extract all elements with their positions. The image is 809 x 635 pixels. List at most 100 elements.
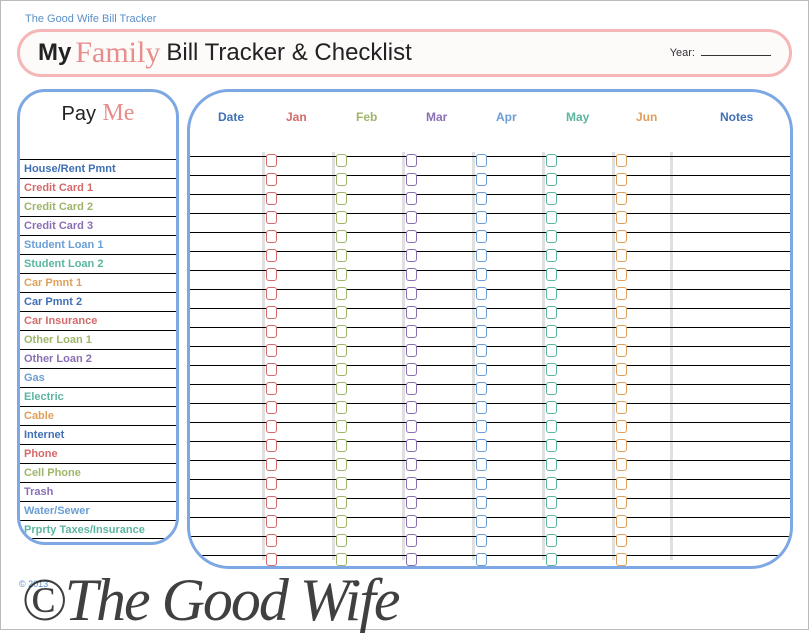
- checkbox[interactable]: [406, 344, 417, 357]
- checkbox[interactable]: [546, 534, 557, 547]
- checkbox[interactable]: [476, 249, 487, 262]
- checkbox[interactable]: [546, 496, 557, 509]
- checkbox[interactable]: [406, 477, 417, 490]
- tracker-row[interactable]: [190, 156, 790, 175]
- tracker-row[interactable]: [190, 213, 790, 232]
- checkbox[interactable]: [546, 382, 557, 395]
- checkbox[interactable]: [476, 173, 487, 186]
- checkbox[interactable]: [616, 154, 627, 167]
- checkbox[interactable]: [266, 439, 277, 452]
- checkbox[interactable]: [546, 173, 557, 186]
- checkbox[interactable]: [336, 534, 347, 547]
- checkbox[interactable]: [476, 192, 487, 205]
- checkbox[interactable]: [266, 382, 277, 395]
- checkbox[interactable]: [616, 515, 627, 528]
- checkbox[interactable]: [406, 420, 417, 433]
- checkbox[interactable]: [336, 382, 347, 395]
- checkbox[interactable]: [546, 268, 557, 281]
- checkbox[interactable]: [266, 344, 277, 357]
- checkbox[interactable]: [336, 230, 347, 243]
- tracker-row[interactable]: [190, 517, 790, 536]
- checkbox[interactable]: [616, 325, 627, 338]
- checkbox[interactable]: [546, 420, 557, 433]
- checkbox[interactable]: [266, 287, 277, 300]
- checkbox[interactable]: [406, 496, 417, 509]
- checkbox[interactable]: [406, 211, 417, 224]
- tracker-row[interactable]: [190, 384, 790, 403]
- tracker-row[interactable]: [190, 175, 790, 194]
- checkbox[interactable]: [336, 192, 347, 205]
- checkbox[interactable]: [266, 306, 277, 319]
- checkbox[interactable]: [476, 515, 487, 528]
- checkbox[interactable]: [406, 154, 417, 167]
- tracker-row[interactable]: [190, 536, 790, 555]
- checkbox[interactable]: [546, 458, 557, 471]
- checkbox[interactable]: [266, 401, 277, 414]
- tracker-row[interactable]: [190, 232, 790, 251]
- checkbox[interactable]: [336, 458, 347, 471]
- tracker-row[interactable]: [190, 308, 790, 327]
- checkbox[interactable]: [266, 553, 277, 566]
- tracker-row[interactable]: [190, 346, 790, 365]
- checkbox[interactable]: [616, 268, 627, 281]
- checkbox[interactable]: [266, 363, 277, 376]
- checkbox[interactable]: [476, 439, 487, 452]
- checkbox[interactable]: [616, 420, 627, 433]
- checkbox[interactable]: [616, 306, 627, 319]
- checkbox[interactable]: [616, 173, 627, 186]
- checkbox[interactable]: [616, 230, 627, 243]
- checkbox[interactable]: [406, 230, 417, 243]
- checkbox[interactable]: [546, 515, 557, 528]
- checkbox[interactable]: [616, 382, 627, 395]
- checkbox[interactable]: [406, 249, 417, 262]
- checkbox[interactable]: [476, 363, 487, 376]
- tracker-row[interactable]: [190, 422, 790, 441]
- checkbox[interactable]: [406, 306, 417, 319]
- checkbox[interactable]: [266, 192, 277, 205]
- checkbox[interactable]: [406, 382, 417, 395]
- checkbox[interactable]: [406, 439, 417, 452]
- checkbox[interactable]: [336, 553, 347, 566]
- checkbox[interactable]: [616, 249, 627, 262]
- checkbox[interactable]: [266, 420, 277, 433]
- tracker-row[interactable]: [190, 327, 790, 346]
- tracker-row[interactable]: [190, 403, 790, 422]
- checkbox[interactable]: [266, 325, 277, 338]
- checkbox[interactable]: [266, 534, 277, 547]
- checkbox[interactable]: [616, 344, 627, 357]
- checkbox[interactable]: [266, 268, 277, 281]
- checkbox[interactable]: [266, 173, 277, 186]
- checkbox[interactable]: [266, 154, 277, 167]
- checkbox[interactable]: [336, 287, 347, 300]
- checkbox[interactable]: [616, 192, 627, 205]
- checkbox[interactable]: [266, 211, 277, 224]
- checkbox[interactable]: [546, 192, 557, 205]
- checkbox[interactable]: [336, 154, 347, 167]
- checkbox[interactable]: [616, 363, 627, 376]
- checkbox[interactable]: [476, 268, 487, 281]
- checkbox[interactable]: [336, 249, 347, 262]
- checkbox[interactable]: [546, 211, 557, 224]
- checkbox[interactable]: [336, 173, 347, 186]
- checkbox[interactable]: [406, 515, 417, 528]
- checkbox[interactable]: [476, 154, 487, 167]
- checkbox[interactable]: [476, 344, 487, 357]
- checkbox[interactable]: [406, 534, 417, 547]
- tracker-row[interactable]: [190, 498, 790, 517]
- checkbox[interactable]: [546, 230, 557, 243]
- checkbox[interactable]: [266, 496, 277, 509]
- checkbox[interactable]: [616, 287, 627, 300]
- checkbox[interactable]: [476, 477, 487, 490]
- checkbox[interactable]: [406, 363, 417, 376]
- checkbox[interactable]: [336, 496, 347, 509]
- checkbox[interactable]: [476, 287, 487, 300]
- checkbox[interactable]: [546, 401, 557, 414]
- tracker-row[interactable]: [190, 365, 790, 384]
- checkbox[interactable]: [546, 477, 557, 490]
- checkbox[interactable]: [546, 439, 557, 452]
- checkbox[interactable]: [336, 344, 347, 357]
- tracker-row[interactable]: [190, 289, 790, 308]
- tracker-row[interactable]: [190, 270, 790, 289]
- checkbox[interactable]: [336, 268, 347, 281]
- checkbox[interactable]: [476, 458, 487, 471]
